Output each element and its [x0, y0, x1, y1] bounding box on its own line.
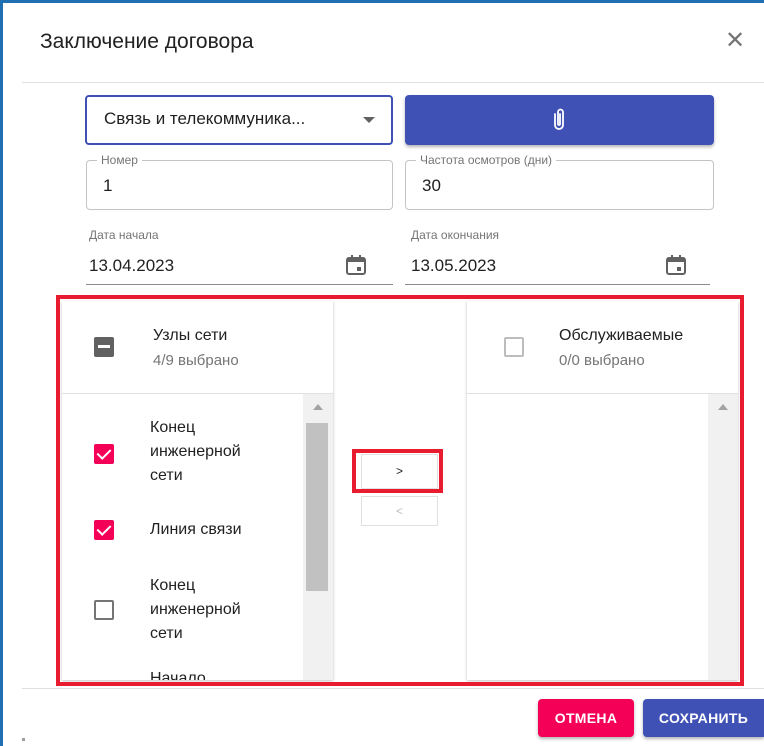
number-label: Номер	[97, 153, 142, 167]
calendar-icon[interactable]	[345, 254, 367, 276]
number-value: 1	[103, 176, 113, 195]
close-icon[interactable]: ✕	[722, 28, 748, 54]
end-date-value[interactable]: 13.05.2023	[411, 256, 496, 276]
start-date-label: Дата начала	[89, 228, 159, 242]
cancel-button[interactable]: ОТМЕНА	[538, 699, 634, 737]
dropdown-arrow-icon	[363, 117, 375, 123]
service-type-value: Связь и телекоммуника...	[104, 109, 306, 128]
dialog: Заключение договора ✕ Связь и телекоммун…	[0, 0, 764, 746]
transfer-highlight-frame	[56, 295, 744, 686]
calendar-icon[interactable]	[665, 254, 687, 276]
start-date-underline	[86, 284, 393, 285]
end-date-underline	[405, 284, 710, 285]
start-date-value[interactable]: 13.04.2023	[89, 256, 174, 276]
save-button[interactable]: СОХРАНИТЬ	[643, 699, 764, 737]
resize-handle	[22, 738, 25, 741]
inspection-frequency-label: Частота осмотров (дни)	[416, 153, 557, 167]
paperclip-icon	[554, 108, 564, 130]
window-border-left	[0, 0, 3, 746]
inspection-frequency-value: 30	[422, 176, 441, 195]
window-border-top	[0, 0, 764, 3]
end-date-label: Дата окончания	[411, 228, 500, 242]
header-divider	[22, 82, 764, 83]
attach-file-button[interactable]	[405, 95, 714, 145]
inspection-frequency-field[interactable]: Частота осмотров (дни) 30	[405, 153, 714, 210]
number-field[interactable]: Номер 1	[86, 153, 393, 210]
footer-divider	[22, 688, 764, 689]
dialog-title: Заключение договора	[40, 30, 254, 53]
service-type-select[interactable]: Связь и телекоммуника...	[85, 95, 393, 145]
